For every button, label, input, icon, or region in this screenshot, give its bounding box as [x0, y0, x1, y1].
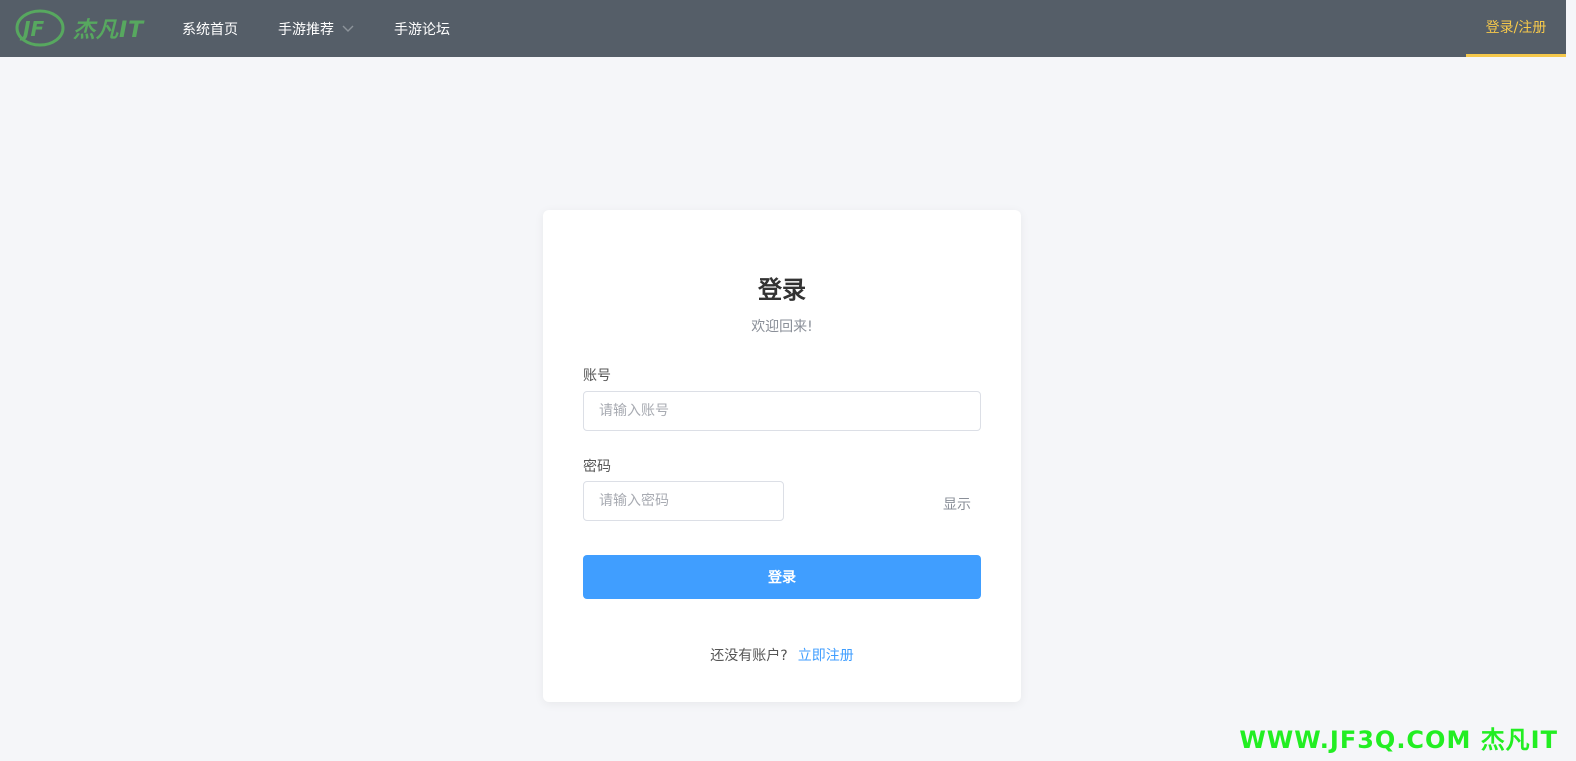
- password-label: 密码: [583, 459, 611, 475]
- site-logo[interactable]: JF 杰凡IT: [15, 8, 144, 48]
- nav-item-label: 系统首页: [182, 21, 238, 38]
- account-input[interactable]: [583, 391, 981, 431]
- register-prompt: 还没有账户? 立即注册: [543, 645, 1021, 665]
- nav-item-forum[interactable]: 手游论坛: [394, 19, 450, 39]
- nav-item-label: 手游推荐: [278, 21, 334, 38]
- svg-text:JF: JF: [19, 17, 44, 41]
- show-password-toggle[interactable]: 显示: [943, 494, 971, 514]
- logo-text: 杰凡IT: [73, 18, 145, 43]
- main-nav: 系统首页 手游推荐 手游论坛: [182, 0, 490, 57]
- login-register-link[interactable]: 登录/注册: [1466, 0, 1566, 57]
- login-title: 登录: [758, 276, 806, 304]
- login-card: 登录 欢迎回来! 账号 密码 显示 登录 还没有账户? 立即注册: [543, 210, 1021, 702]
- chevron-down-icon: [342, 25, 354, 32]
- no-account-text: 还没有账户?: [710, 648, 788, 664]
- site-watermark: WWW.JF3Q.COM 杰凡IT: [1239, 726, 1558, 754]
- login-button[interactable]: 登录: [583, 555, 981, 599]
- register-now-link[interactable]: 立即注册: [798, 648, 854, 664]
- account-label: 账号: [583, 368, 611, 384]
- password-input[interactable]: [583, 481, 784, 521]
- login-subtitle: 欢迎回来!: [751, 319, 813, 335]
- nav-item-home[interactable]: 系统首页: [182, 19, 238, 39]
- nav-item-label: 手游论坛: [394, 21, 450, 38]
- jf-logo-icon: JF: [15, 9, 65, 47]
- top-navbar: JF 杰凡IT 系统首页 手游推荐 手游论坛 登录/注册: [0, 0, 1566, 57]
- nav-item-game-recommend[interactable]: 手游推荐: [278, 19, 354, 39]
